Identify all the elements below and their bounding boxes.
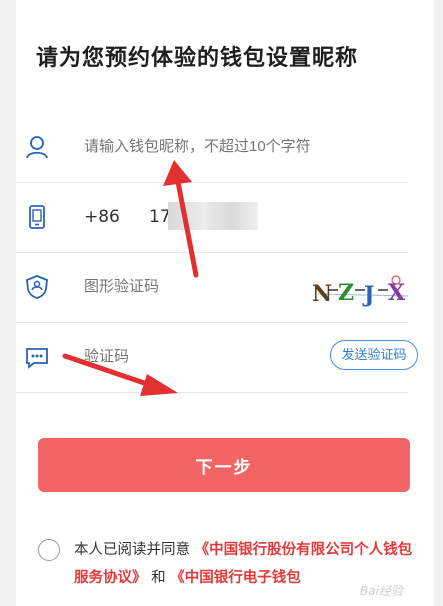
phone-row: +86 17 [16,182,408,253]
captcha-image[interactable]: N Z J X [308,268,420,308]
country-code[interactable]: +86 [84,182,120,252]
user-icon [26,136,48,159]
next-step-button[interactable]: 下一步 [38,438,410,492]
svg-text:N: N [312,281,332,307]
shield-icon [26,275,48,299]
agreement-prefix: 本人已阅读并同意 [74,542,190,558]
nickname-row [16,112,408,183]
watermark: Bai经验 [360,584,403,598]
captcha-input[interactable] [84,252,284,322]
ewallet-agreement-link[interactable]: 《中国银行电子钱包 [170,570,301,586]
blurred-phone-digits [168,202,258,230]
agreement-and: 和 [151,570,166,586]
send-code-button[interactable]: 发送验证码 [330,340,418,370]
agreement-checkbox[interactable] [38,539,60,561]
captcha-row: N Z J X [16,252,409,323]
nickname-input[interactable] [84,112,384,182]
svg-text:J: J [362,282,374,308]
svg-text:Z: Z [338,280,354,306]
sms-code-input[interactable] [84,322,304,392]
svg-text:X: X [388,280,406,306]
sms-row: 发送验证码 [16,322,418,393]
phone-icon [29,205,45,229]
page-title: 请为您预约体验的钱包设置昵称 [36,46,359,71]
message-icon [26,348,48,369]
form-card: 请为您预约体验的钱包设置昵称 +86 17 N Z J [16,0,434,606]
